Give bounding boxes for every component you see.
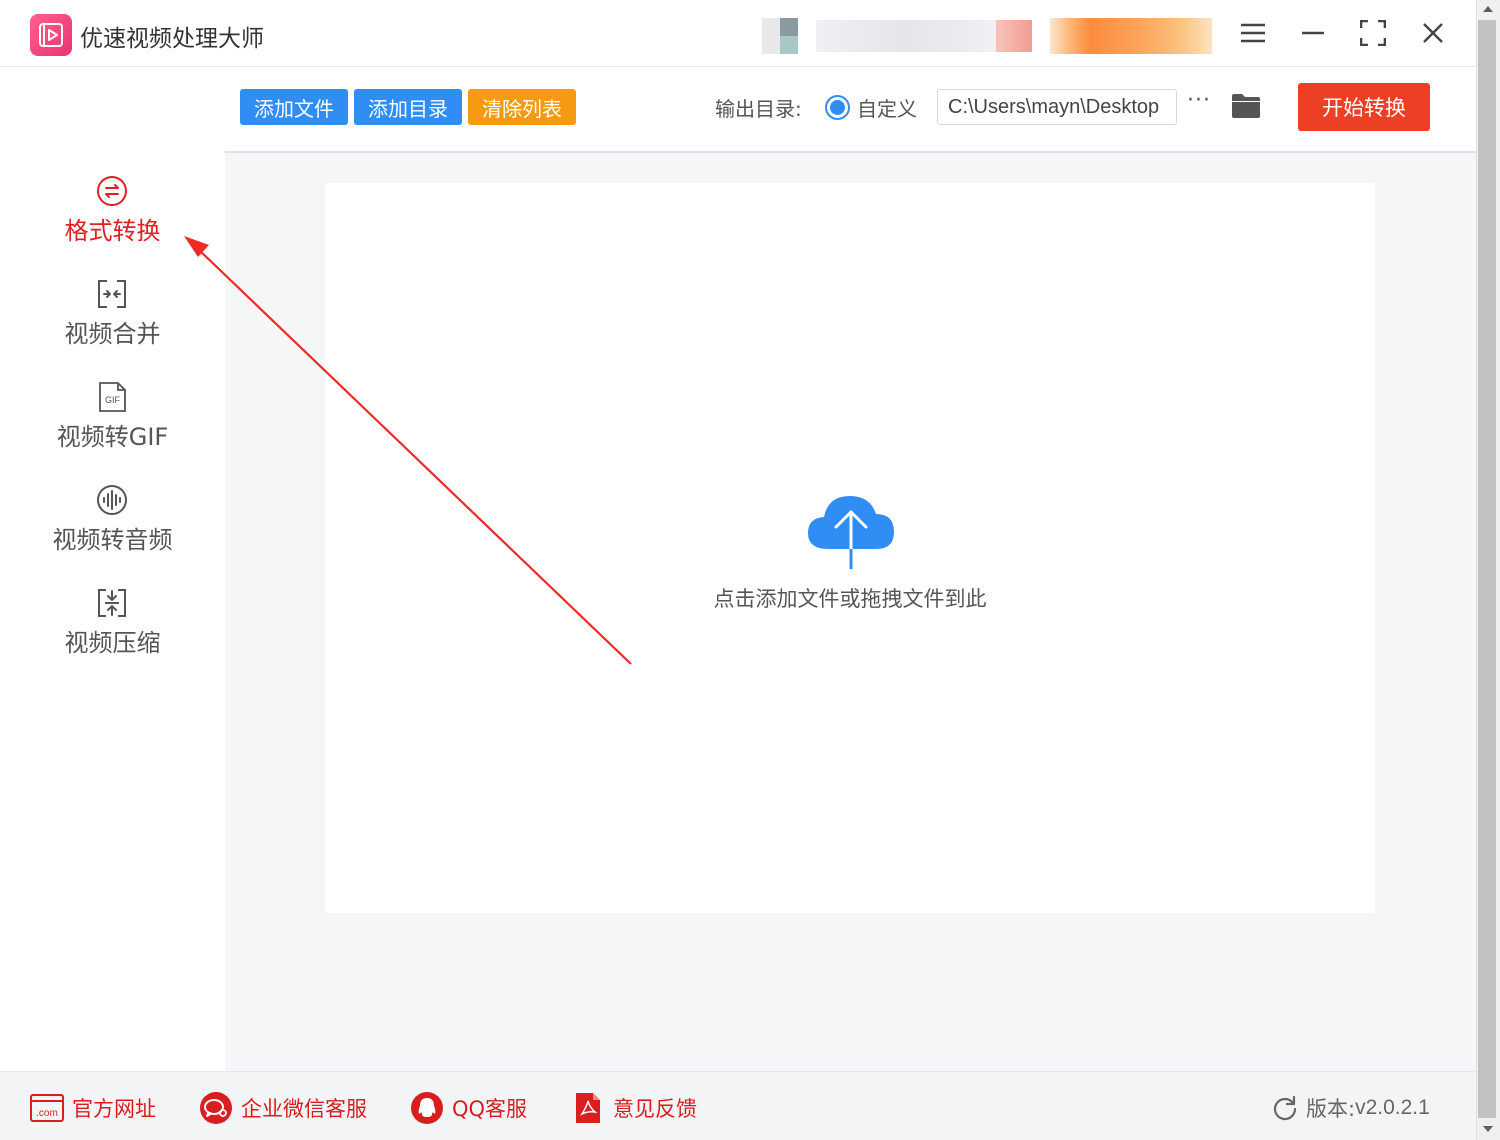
svg-text:GIF: GIF — [105, 395, 121, 405]
sidebar-item-video-to-gif[interactable]: GIF 视频转GIF — [0, 381, 225, 471]
version-label: 版本: — [1306, 1097, 1356, 1121]
feedback-doc-icon — [575, 1092, 601, 1124]
sidebar: 格式转换 视频合并 GIF 视频转GIF 视频转音频 视频压缩 — [0, 68, 225, 1071]
app-window: 优速视频处理大师 格式转换 视频合并 GIF 视频转GIF 视频转音频 视频压缩… — [0, 0, 1500, 1140]
output-dir-label: 输出目录: — [715, 97, 802, 121]
feedback-label: 意见反馈 — [613, 1097, 697, 1121]
hamburger-menu-icon[interactable] — [1233, 16, 1273, 50]
clear-list-button[interactable]: 清除列表 — [468, 89, 576, 125]
version-number: v2.0.2.1 — [1355, 1096, 1430, 1119]
official-website-label: 官方网址 — [72, 1097, 156, 1121]
cloud-upload-icon — [806, 494, 896, 574]
title-bar: 优速视频处理大师 — [0, 0, 1476, 67]
output-path-input[interactable] — [937, 89, 1177, 125]
scrollbar-thumb[interactable] — [1478, 20, 1496, 1118]
merge-icon — [96, 278, 128, 310]
sidebar-item-video-to-audio[interactable]: 视频转音频 — [0, 484, 225, 574]
app-title: 优速视频处理大师 — [80, 26, 264, 52]
add-folder-button[interactable]: 添加目录 — [354, 89, 462, 125]
toolbar: 添加文件 添加目录 清除列表 输出目录: 自定义 ··· 开始转换 — [225, 68, 1476, 153]
wechat-icon — [199, 1091, 233, 1125]
add-file-button[interactable]: 添加文件 — [240, 89, 348, 125]
start-convert-button[interactable]: 开始转换 — [1298, 83, 1430, 131]
file-drop-zone[interactable]: 点击添加文件或拖拽文件到此 — [325, 183, 1375, 913]
main-panel: 添加文件 添加目录 清除列表 输出目录: 自定义 ··· 开始转换 — [225, 68, 1476, 1071]
scroll-down-arrow-icon[interactable] — [1476, 1120, 1500, 1138]
sidebar-item-label: 视频转音频 — [52, 526, 173, 554]
official-website-link[interactable]: .com 官方网址 — [30, 1092, 156, 1124]
app-logo-icon — [30, 14, 72, 56]
wechat-support-link[interactable]: 企业微信客服 — [199, 1092, 367, 1124]
drop-zone-hint: 点击添加文件或拖拽文件到此 — [713, 587, 987, 611]
qq-icon — [410, 1091, 444, 1125]
maximize-icon[interactable] — [1353, 16, 1393, 50]
custom-output-label[interactable]: 自定义 — [857, 93, 917, 122]
audio-icon — [96, 484, 128, 516]
sidebar-item-video-merge[interactable]: 视频合并 — [0, 278, 225, 368]
sidebar-item-label: 视频转GIF — [56, 423, 169, 451]
qq-support-label: QQ客服 — [452, 1097, 528, 1121]
gif-icon: GIF — [96, 381, 128, 413]
blurred-vip-badge — [1050, 18, 1212, 56]
wechat-support-label: 企业微信客服 — [241, 1097, 367, 1121]
sidebar-item-label: 格式转换 — [64, 217, 161, 245]
minimize-icon[interactable] — [1293, 16, 1333, 50]
website-icon: .com — [30, 1094, 64, 1122]
scroll-up-arrow-icon[interactable] — [1476, 0, 1500, 18]
compress-icon — [96, 587, 128, 619]
blurred-account-area — [762, 18, 1032, 56]
svg-text:.com: .com — [36, 1108, 58, 1119]
sidebar-item-label: 视频合并 — [64, 320, 161, 348]
version-info: 版本: v2.0.2.1 — [1272, 1092, 1430, 1124]
open-folder-icon[interactable] — [1231, 93, 1261, 123]
sidebar-item-video-compress[interactable]: 视频压缩 — [0, 587, 225, 677]
sidebar-item-label: 视频压缩 — [64, 629, 161, 657]
convert-icon — [96, 175, 128, 207]
refresh-icon[interactable] — [1272, 1095, 1298, 1121]
sidebar-item-format-convert[interactable]: 格式转换 — [0, 175, 225, 265]
custom-output-radio[interactable] — [825, 95, 850, 120]
close-icon[interactable] — [1413, 16, 1453, 50]
footer-bar: .com 官方网址 企业微信客服 QQ客服 意见反馈 版本: v2.0.2.1 — [0, 1071, 1476, 1140]
qq-support-link[interactable]: QQ客服 — [410, 1092, 527, 1124]
browse-more-button[interactable]: ··· — [1187, 88, 1211, 113]
feedback-link[interactable]: 意见反馈 — [575, 1092, 697, 1124]
